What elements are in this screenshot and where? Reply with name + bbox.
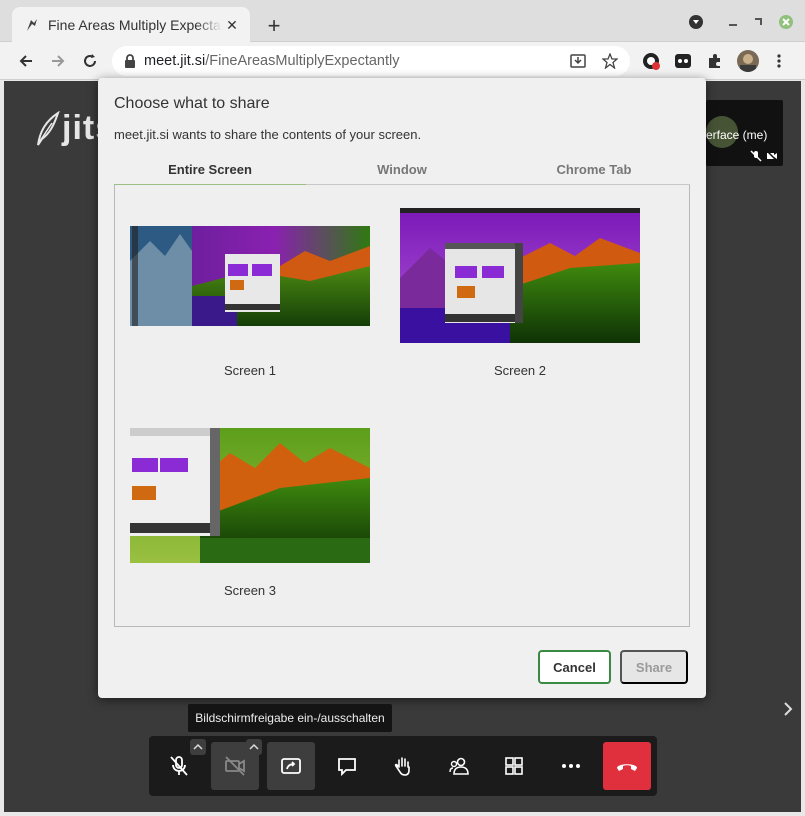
forward-arrow-icon[interactable] bbox=[46, 50, 70, 72]
tab-strip: Fine Areas Multiply Expectantly ✕ + bbox=[0, 0, 805, 43]
browser-tab[interactable]: Fine Areas Multiply Expectantly ✕ bbox=[12, 7, 250, 43]
avatar[interactable] bbox=[737, 50, 759, 72]
cancel-button[interactable]: Cancel bbox=[538, 650, 611, 684]
tab-entire-screen[interactable]: Entire Screen bbox=[114, 159, 306, 186]
camera-off-icon bbox=[225, 756, 245, 776]
mic-muted-icon bbox=[750, 150, 762, 162]
url-host: meet.jit.si bbox=[144, 53, 206, 69]
install-icon[interactable] bbox=[570, 53, 586, 69]
address-bar[interactable]: meet.jit.si/FineAreasMultiplyExpectantly bbox=[112, 46, 630, 76]
screen-1-thumbnail[interactable] bbox=[130, 226, 370, 326]
media-icon[interactable] bbox=[688, 14, 704, 30]
more-actions-button[interactable] bbox=[547, 742, 595, 790]
screen-3-thumbnail[interactable] bbox=[130, 428, 370, 563]
screen-1-label: Screen 1 bbox=[223, 363, 277, 378]
back-arrow-icon[interactable] bbox=[14, 50, 38, 72]
tab-chrome-tab[interactable]: Chrome Tab bbox=[498, 159, 690, 184]
star-icon[interactable] bbox=[602, 53, 618, 69]
share-tabs: Entire Screen Window Chrome Tab bbox=[114, 159, 690, 186]
jitsi-favicon bbox=[27, 19, 37, 31]
meeting-toolbox bbox=[149, 736, 657, 796]
mic-muted-icon bbox=[170, 756, 188, 776]
screen-list: Screen 1 Screen 2 Screen 3 bbox=[114, 185, 690, 627]
chevron-up-icon[interactable] bbox=[246, 739, 262, 755]
self-view-tile[interactable]: erface (me) bbox=[706, 100, 783, 166]
url-text: meet.jit.si/FineAreasMultiplyExpectantly bbox=[144, 53, 399, 69]
plus-icon[interactable]: + bbox=[262, 13, 286, 38]
tab-window[interactable]: Window bbox=[306, 159, 498, 184]
close-icon[interactable]: ✕ bbox=[222, 15, 242, 35]
dialog-title: Choose what to share bbox=[114, 95, 270, 112]
vpn-extension-icon[interactable] bbox=[642, 52, 660, 70]
chat-icon bbox=[338, 758, 356, 777]
restore-icon[interactable] bbox=[750, 14, 766, 30]
puzzle-icon[interactable] bbox=[706, 52, 724, 70]
tile-view-icon bbox=[505, 757, 523, 775]
chevron-up-icon[interactable] bbox=[190, 739, 206, 755]
screen-3-label: Screen 3 bbox=[223, 583, 277, 598]
participants-button[interactable] bbox=[435, 742, 483, 790]
participants-icon bbox=[449, 757, 469, 775]
share-dialog: Choose what to share meet.jit.si wants t… bbox=[98, 78, 706, 698]
more-vert-icon[interactable] bbox=[770, 52, 788, 70]
screen-2-label: Screen 2 bbox=[493, 363, 547, 378]
tab-title: Fine Areas Multiply Expectantly bbox=[48, 17, 222, 33]
screenshare-icon bbox=[281, 758, 301, 774]
jitsi-leaf-icon bbox=[37, 110, 60, 146]
share-button[interactable]: Share bbox=[620, 650, 688, 684]
dialog-subtitle: meet.jit.si wants to share the contents … bbox=[114, 127, 422, 142]
minimize-icon[interactable] bbox=[725, 14, 741, 30]
raise-hand-button[interactable] bbox=[379, 742, 427, 790]
screen-2-thumbnail[interactable] bbox=[400, 208, 640, 343]
self-view-name: erface (me) bbox=[706, 128, 768, 142]
raise-hand-icon bbox=[394, 757, 410, 776]
reload-icon[interactable] bbox=[78, 50, 102, 72]
dark-extension-icon[interactable] bbox=[674, 52, 692, 70]
url-path: /FineAreasMultiplyExpectantly bbox=[205, 53, 400, 69]
close-window-icon[interactable] bbox=[778, 14, 794, 30]
more-icon bbox=[562, 764, 580, 768]
browser-toolbar: meet.jit.si/FineAreasMultiplyExpectantly bbox=[0, 42, 805, 80]
tile-view-button[interactable] bbox=[490, 742, 538, 790]
chat-button[interactable] bbox=[323, 742, 371, 790]
lock-icon bbox=[125, 54, 135, 68]
hangup-button[interactable] bbox=[603, 742, 651, 790]
hangup-icon bbox=[617, 764, 637, 771]
screenshare-button[interactable] bbox=[267, 742, 315, 790]
chevron-right-icon[interactable] bbox=[780, 701, 796, 717]
screenshare-tooltip: Bildschirmfreigabe ein-/ausschalten bbox=[188, 704, 392, 732]
camera-off-icon bbox=[766, 150, 778, 162]
